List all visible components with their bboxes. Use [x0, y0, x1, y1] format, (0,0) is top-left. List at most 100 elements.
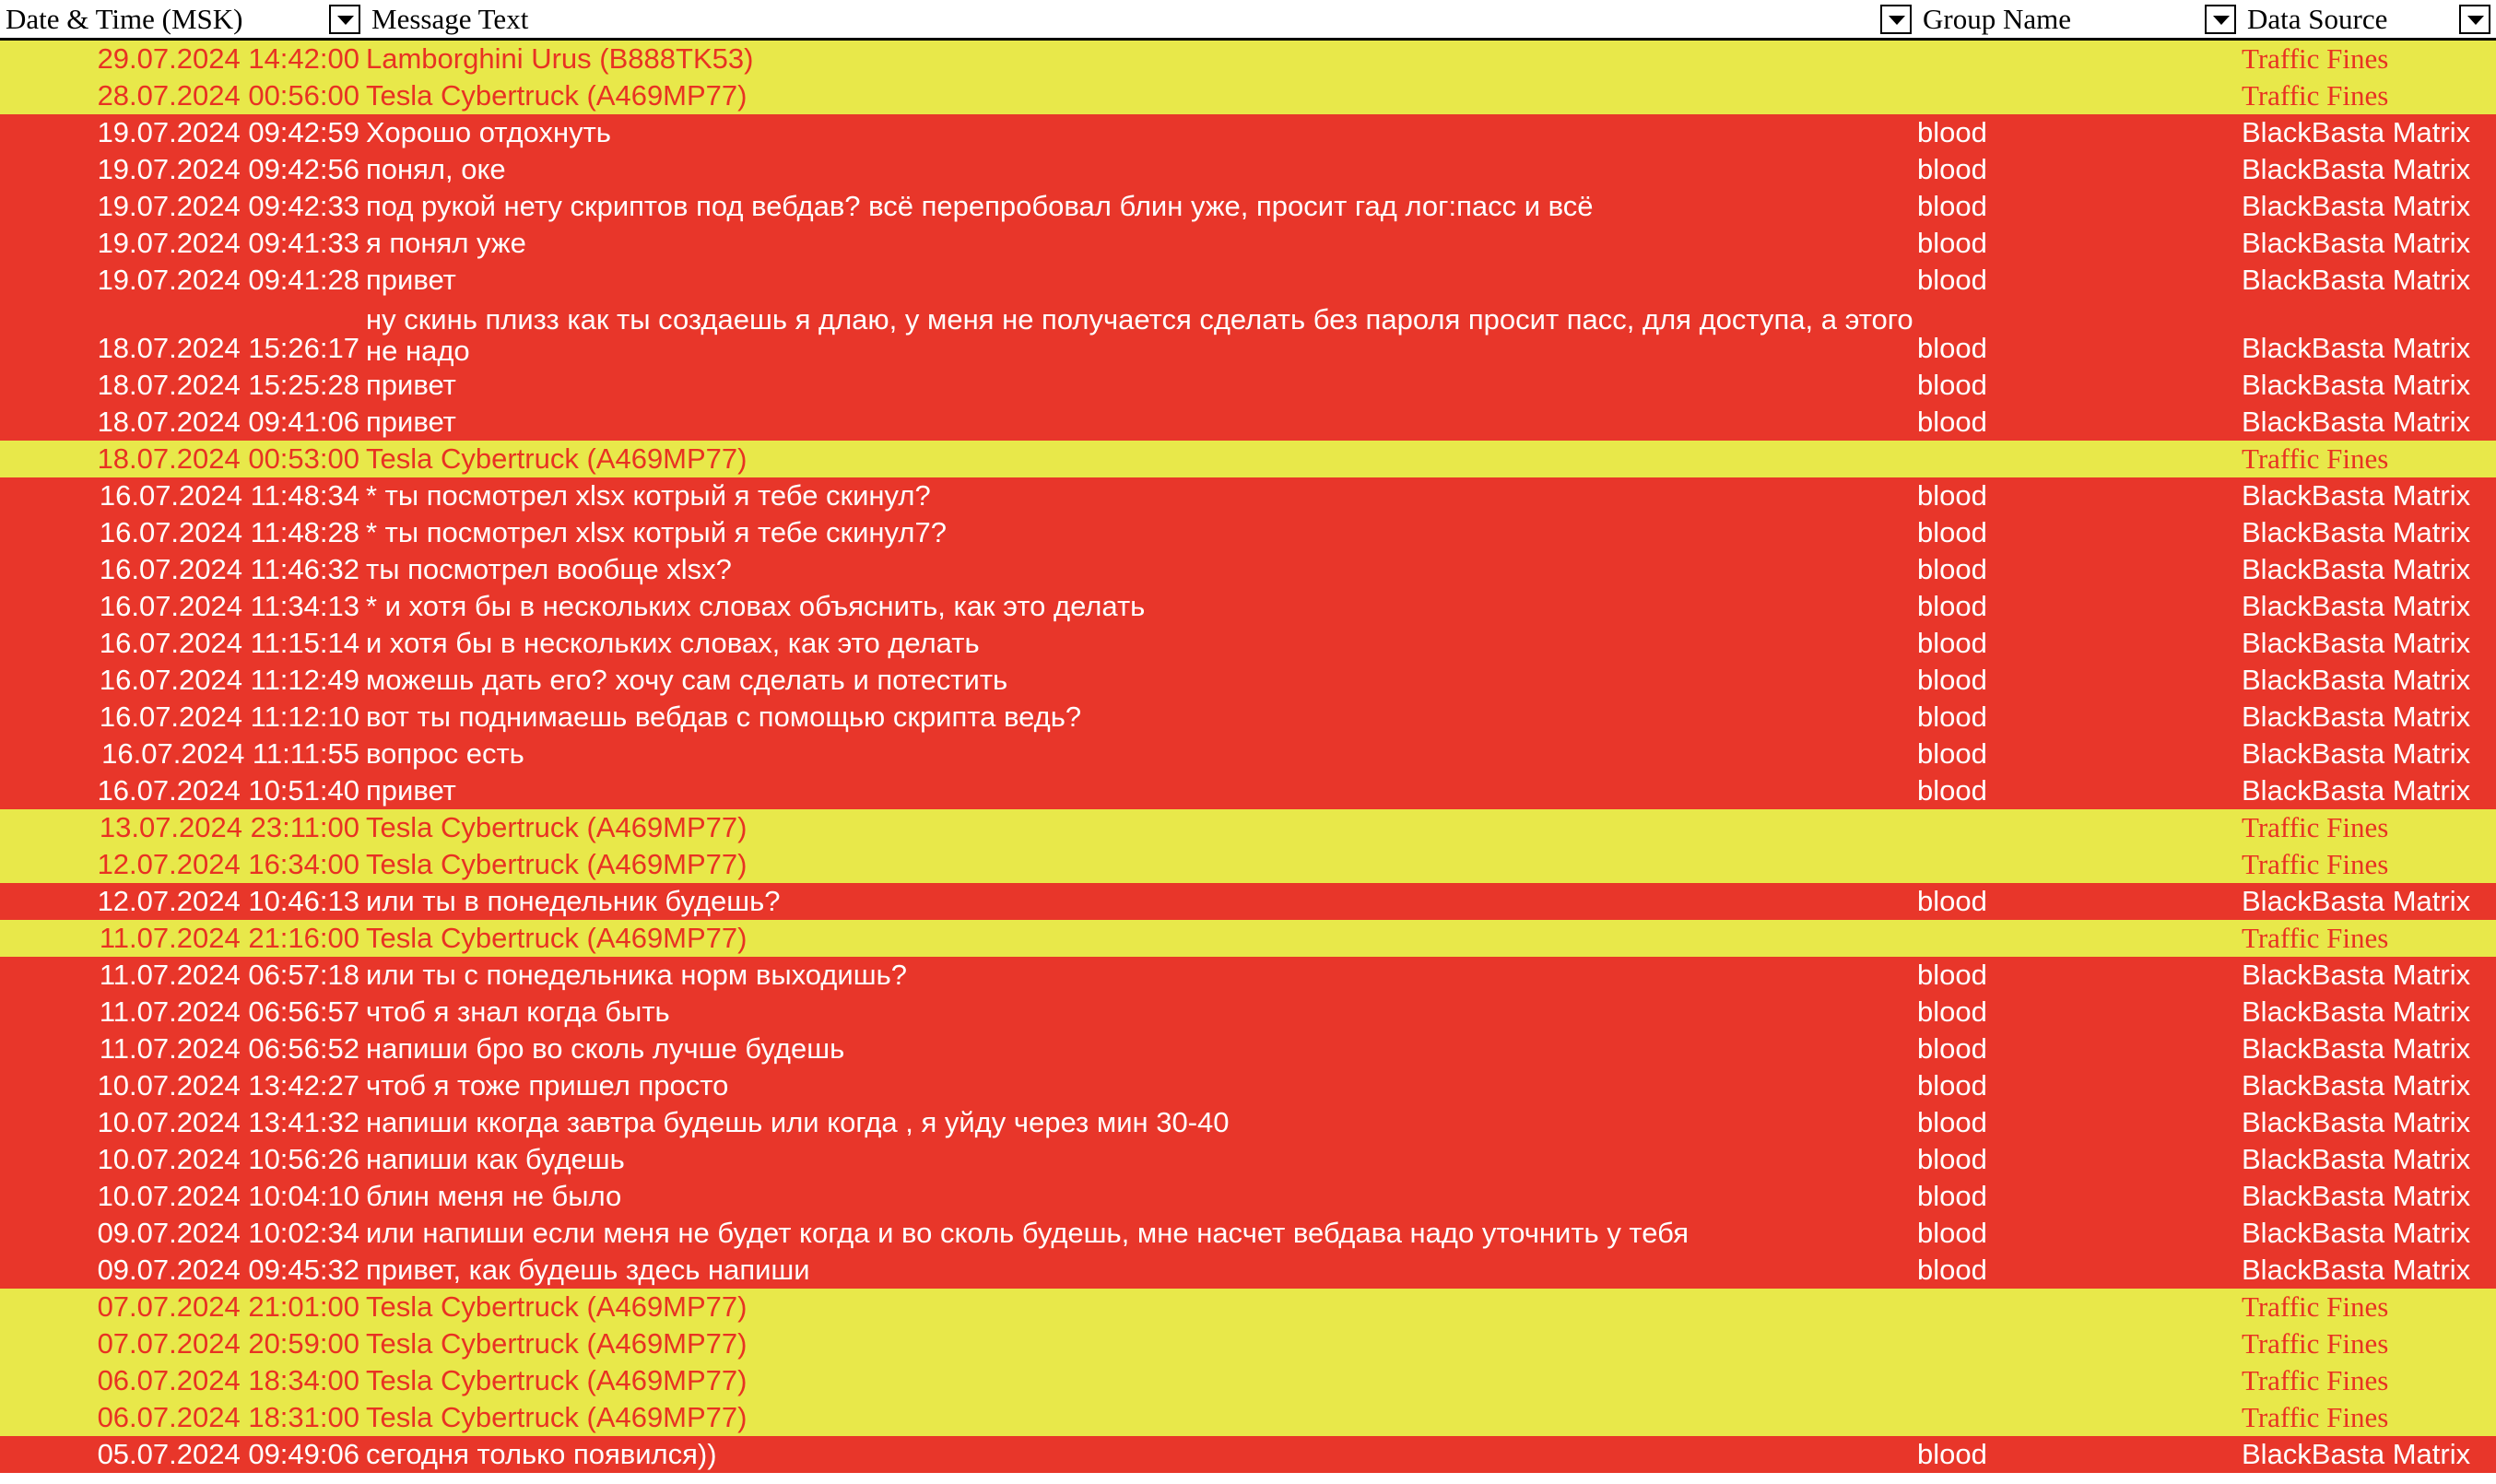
cell-source[interactable]: BlackBasta Matrix: [2242, 404, 2496, 441]
cell-group[interactable]: blood: [1917, 114, 2240, 151]
cell-datetime[interactable]: 19.07.2024 09:41:28: [0, 262, 361, 299]
cell-source[interactable]: BlackBasta Matrix: [2242, 151, 2496, 188]
cell-datetime[interactable]: 19.07.2024 09:42:33: [0, 188, 361, 225]
table-row[interactable]: 16.07.2024 10:51:40 привет blood BlackBasta…: [0, 772, 2496, 809]
table-row[interactable]: 10.07.2024 10:56:26 напиши как будешь bloo…: [0, 1141, 2496, 1178]
cell-datetime[interactable]: 16.07.2024 11:34:13: [0, 588, 361, 625]
cell-source[interactable]: BlackBasta Matrix: [2242, 1252, 2496, 1289]
cell-group[interactable]: blood: [1917, 1067, 2240, 1104]
cell-source[interactable]: Traffic Fines: [2242, 441, 2496, 477]
cell-message[interactable]: я понял уже: [366, 225, 1914, 262]
cell-source[interactable]: BlackBasta Matrix: [2242, 1178, 2496, 1215]
cell-group[interactable]: blood: [1917, 299, 2240, 367]
cell-group[interactable]: [1917, 441, 2240, 477]
cell-message[interactable]: напиши бро во сколь лучше будешь: [366, 1031, 1914, 1067]
cell-source[interactable]: BlackBasta Matrix: [2242, 1436, 2496, 1473]
cell-group[interactable]: blood: [1917, 883, 2240, 920]
cell-group[interactable]: blood: [1917, 957, 2240, 994]
table-row[interactable]: 10.07.2024 13:41:32 напиши ккогда завтра …: [0, 1104, 2496, 1141]
filter-dropdown-icon[interactable]: [2205, 5, 2236, 34]
table-row[interactable]: 09.07.2024 09:45:32 привет, как будешь зд…: [0, 1252, 2496, 1289]
cell-source[interactable]: Traffic Fines: [2242, 846, 2496, 883]
cell-source[interactable]: Traffic Fines: [2242, 41, 2496, 77]
cell-group[interactable]: blood: [1917, 188, 2240, 225]
column-header-datetime[interactable]: Date & Time (MSK): [0, 0, 366, 38]
cell-group[interactable]: blood: [1917, 772, 2240, 809]
cell-message[interactable]: привет: [366, 404, 1914, 441]
cell-source[interactable]: BlackBasta Matrix: [2242, 262, 2496, 299]
cell-datetime[interactable]: 09.07.2024 09:45:32: [0, 1252, 361, 1289]
table-row[interactable]: 07.07.2024 21:01:00 Tesla Cybertruck (A46…: [0, 1289, 2496, 1325]
cell-source[interactable]: BlackBasta Matrix: [2242, 625, 2496, 662]
cell-group[interactable]: blood: [1917, 151, 2240, 188]
table-row[interactable]: 18.07.2024 00:53:00 Tesla Cybertruck (A46…: [0, 441, 2496, 477]
cell-message[interactable]: Tesla Cybertruck (A469MP77): [366, 1399, 1914, 1436]
cell-group[interactable]: [1917, 77, 2240, 114]
cell-message[interactable]: можешь дать его? хочу сам сделать и поте…: [366, 662, 1914, 699]
cell-source[interactable]: BlackBasta Matrix: [2242, 225, 2496, 262]
cell-message[interactable]: или ты с понедельника норм выходишь?: [366, 957, 1914, 994]
cell-message[interactable]: сегодня только появился)): [366, 1436, 1914, 1473]
cell-source[interactable]: BlackBasta Matrix: [2242, 367, 2496, 404]
cell-datetime[interactable]: 18.07.2024 00:53:00: [0, 441, 361, 477]
cell-group[interactable]: blood: [1917, 1104, 2240, 1141]
cell-group[interactable]: blood: [1917, 736, 2240, 772]
table-row[interactable]: 16.07.2024 11:11:55 вопрос есть blood Black…: [0, 736, 2496, 772]
cell-source[interactable]: BlackBasta Matrix: [2242, 299, 2496, 367]
cell-group[interactable]: blood: [1917, 699, 2240, 736]
table-row[interactable]: 12.07.2024 16:34:00 Tesla Cybertruck (A46…: [0, 846, 2496, 883]
cell-message[interactable]: и хотя бы в нескольких словах, как это д…: [366, 625, 1914, 662]
cell-group[interactable]: blood: [1917, 1436, 2240, 1473]
cell-datetime[interactable]: 19.07.2024 09:42:59: [0, 114, 361, 151]
cell-source[interactable]: BlackBasta Matrix: [2242, 477, 2496, 514]
cell-message[interactable]: блин меня не было: [366, 1178, 1914, 1215]
cell-message[interactable]: вопрос есть: [366, 736, 1914, 772]
cell-message[interactable]: * и хотя бы в нескольких словах объяснит…: [366, 588, 1914, 625]
filter-dropdown-icon[interactable]: [1880, 5, 1912, 34]
table-row[interactable]: 16.07.2024 11:48:28 * ты посмотрел xlsx к…: [0, 514, 2496, 551]
table-row[interactable]: 16.07.2024 11:48:34 * ты посмотрел xlsx к…: [0, 477, 2496, 514]
cell-group[interactable]: [1917, 920, 2240, 957]
table-row[interactable]: 19.07.2024 09:42:33 под рукой нету скрипт…: [0, 188, 2496, 225]
cell-message[interactable]: Tesla Cybertruck (A469MP77): [366, 1362, 1914, 1399]
cell-datetime[interactable]: 13.07.2024 23:11:00: [0, 809, 361, 846]
column-header-message[interactable]: Message Text: [366, 0, 1917, 38]
cell-group[interactable]: blood: [1917, 994, 2240, 1031]
cell-datetime[interactable]: 16.07.2024 11:12:49: [0, 662, 361, 699]
cell-group[interactable]: [1917, 41, 2240, 77]
cell-group[interactable]: blood: [1917, 625, 2240, 662]
table-row[interactable]: 11.07.2024 21:16:00 Tesla Cybertruck (A46…: [0, 920, 2496, 957]
cell-message[interactable]: Tesla Cybertruck (A469MP77): [366, 1325, 1914, 1362]
cell-datetime[interactable]: 09.07.2024 10:02:34: [0, 1215, 361, 1252]
filter-dropdown-icon[interactable]: [329, 5, 360, 34]
cell-source[interactable]: Traffic Fines: [2242, 809, 2496, 846]
cell-group[interactable]: blood: [1917, 662, 2240, 699]
cell-datetime[interactable]: 07.07.2024 21:01:00: [0, 1289, 361, 1325]
cell-group[interactable]: [1917, 1399, 2240, 1436]
cell-datetime[interactable]: 05.07.2024 09:49:06: [0, 1436, 361, 1473]
table-row[interactable]: 09.07.2024 10:02:34 или напиши если меня …: [0, 1215, 2496, 1252]
cell-datetime[interactable]: 28.07.2024 00:56:00: [0, 77, 361, 114]
cell-datetime[interactable]: 11.07.2024 06:56:52: [0, 1031, 361, 1067]
cell-datetime[interactable]: 19.07.2024 09:41:33: [0, 225, 361, 262]
cell-group[interactable]: blood: [1917, 588, 2240, 625]
table-row[interactable]: 11.07.2024 06:56:57 чтоб я знал когда быт…: [0, 994, 2496, 1031]
cell-datetime[interactable]: 10.07.2024 10:56:26: [0, 1141, 361, 1178]
cell-source[interactable]: Traffic Fines: [2242, 1399, 2496, 1436]
cell-message[interactable]: напиши как будешь: [366, 1141, 1914, 1178]
cell-source[interactable]: Traffic Fines: [2242, 1289, 2496, 1325]
table-row[interactable]: 18.07.2024 15:25:28 привет blood BlackBasta…: [0, 367, 2496, 404]
cell-group[interactable]: blood: [1917, 477, 2240, 514]
cell-datetime[interactable]: 16.07.2024 11:46:32: [0, 551, 361, 588]
cell-datetime[interactable]: 29.07.2024 14:42:00: [0, 41, 361, 77]
table-row[interactable]: 16.07.2024 11:46:32 ты посмотрел вообще x…: [0, 551, 2496, 588]
table-row[interactable]: 05.07.2024 09:49:06 сегодня только появил…: [0, 1436, 2496, 1473]
cell-message[interactable]: ты посмотрел вообще xlsx?: [366, 551, 1914, 588]
cell-group[interactable]: blood: [1917, 514, 2240, 551]
cell-message[interactable]: или напиши если меня не будет когда и во…: [366, 1215, 1914, 1252]
table-row[interactable]: 16.07.2024 11:12:49 можешь дать его? хочу…: [0, 662, 2496, 699]
column-header-group[interactable]: Group Name: [1917, 0, 2242, 38]
cell-message[interactable]: чтоб я знал когда быть: [366, 994, 1914, 1031]
cell-message[interactable]: Tesla Cybertruck (A469MP77): [366, 809, 1914, 846]
cell-group[interactable]: blood: [1917, 404, 2240, 441]
